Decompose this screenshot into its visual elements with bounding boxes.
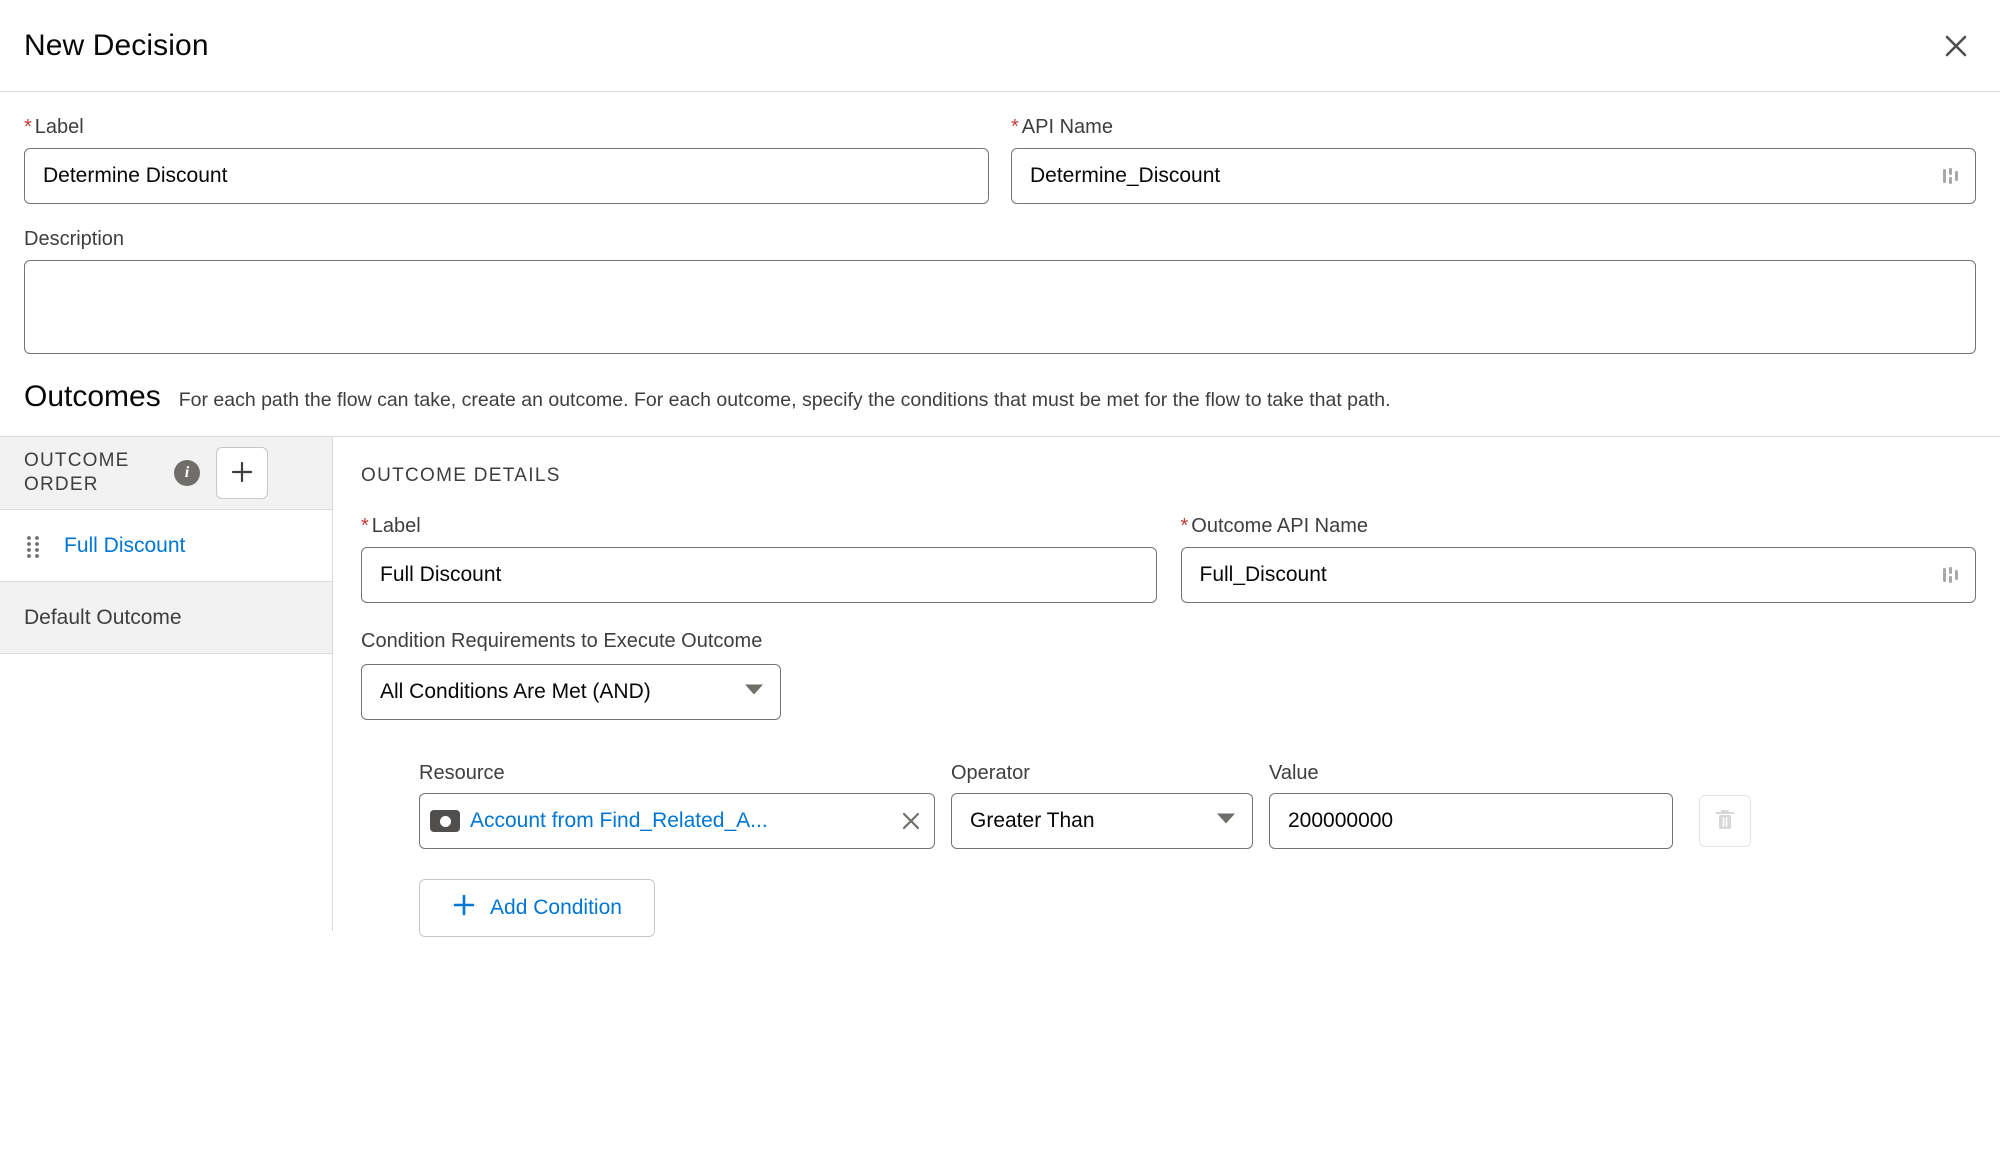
outcome-api-name-input[interactable]: [1180, 547, 1976, 603]
delete-condition-button[interactable]: [1699, 795, 1751, 847]
condition-requirements-label: Condition Requirements to Execute Outcom…: [361, 630, 763, 652]
condition-operator-group: Operator Greater Than: [951, 762, 1253, 849]
add-condition-label: Add Condition: [490, 896, 622, 919]
plus-icon: [452, 893, 476, 923]
add-outcome-button[interactable]: [216, 447, 268, 499]
outcome-label-field-group: * Label: [361, 513, 1157, 603]
plus-icon: [229, 459, 255, 488]
condition-resource-label: Resource: [419, 762, 505, 784]
api-name-field-group: * API Name: [1011, 114, 1976, 204]
required-marker: *: [1011, 116, 1019, 138]
label-field-group: * Label: [24, 114, 989, 204]
condition-value-input[interactable]: [1269, 793, 1673, 849]
sidebar-item-label: Full Discount: [64, 533, 186, 557]
remove-resource-icon[interactable]: [898, 808, 924, 834]
api-name-input[interactable]: [1011, 148, 1976, 204]
outcomes-heading: Outcomes For each path the flow can take…: [0, 380, 2000, 414]
outcome-order-sidebar: OUTCOME ORDER i Full Discount Default Ou…: [0, 437, 333, 931]
outcome-order-title: OUTCOME ORDER: [24, 450, 130, 495]
outcome-order-header: OUTCOME ORDER i: [0, 437, 332, 510]
name-fields-row: *Label *API Name: [24, 114, 1976, 204]
condition-row: Resource Account from Find_Related_A...: [419, 762, 1976, 849]
outcomes-split-view: OUTCOME ORDER i Full Discount Default Ou…: [0, 436, 2000, 937]
description-textarea[interactable]: [24, 260, 1976, 354]
drag-handle-icon[interactable]: [22, 533, 44, 559]
sidebar-item-full-discount[interactable]: Full Discount: [0, 510, 332, 582]
page-title: New Decision: [24, 28, 209, 62]
condition-requirements-select-wrap: All Conditions Are Met (AND): [361, 664, 781, 720]
decision-form: *Label *API Name Description: [0, 92, 2000, 354]
condition-operator-label: Operator: [951, 762, 1030, 784]
sidebar-item-default-outcome[interactable]: Default Outcome: [0, 582, 332, 654]
required-marker: *: [361, 515, 369, 537]
condition-operator-value: Greater Than: [970, 809, 1095, 832]
condition-value-label: Value: [1269, 762, 1319, 784]
condition-operator-select[interactable]: Greater Than: [951, 793, 1253, 849]
outcome-label-input[interactable]: [361, 547, 1157, 603]
label-field-label: * Label: [24, 116, 84, 138]
outcome-label-field-label: * Label: [361, 515, 421, 537]
outcome-details-title: OUTCOME DETAILS: [361, 465, 561, 486]
required-marker: *: [24, 116, 32, 138]
resource-pill-label: Account from Find_Related_A...: [470, 809, 768, 832]
description-field-group: Description: [24, 226, 1976, 354]
sidebar-item-label: Default Outcome: [24, 605, 182, 629]
condition-requirements-selected-value: All Conditions Are Met (AND): [380, 680, 651, 703]
modal-header: New Decision: [0, 0, 2000, 92]
outcome-details-panel: OUTCOME DETAILS *Label *Outcome API Name: [333, 437, 2000, 937]
outcome-api-name-field-group: * Outcome API Name: [1180, 513, 1976, 603]
condition-requirements-select[interactable]: All Conditions Are Met (AND): [361, 664, 781, 720]
condition-resource-combobox[interactable]: Account from Find_Related_A...: [419, 793, 935, 849]
api-name-field-label: * API Name: [1011, 116, 1113, 138]
outcomes-help-text: For each path the flow can take, create …: [178, 389, 1391, 411]
outcome-name-fields-row: *Label *Outcome API Name: [361, 513, 1976, 603]
close-icon: [1943, 33, 1969, 59]
label-input[interactable]: [24, 148, 989, 204]
add-condition-button[interactable]: Add Condition: [419, 879, 655, 937]
outcome-api-name-field-label: * Outcome API Name: [1180, 515, 1369, 537]
condition-requirements-group: Condition Requirements to Execute Outcom…: [361, 627, 1976, 720]
trash-icon: [1713, 807, 1737, 836]
condition-value-group: Value: [1269, 762, 1673, 849]
close-button[interactable]: [1934, 24, 1978, 68]
resource-pill: Account from Find_Related_A...: [430, 809, 894, 833]
description-field-label: Description: [24, 228, 125, 250]
condition-resource-group: Resource Account from Find_Related_A...: [419, 762, 935, 849]
info-icon[interactable]: i: [174, 460, 200, 486]
condition-operator-select-wrap: Greater Than: [951, 793, 1253, 849]
required-marker: *: [1180, 515, 1189, 537]
outcomes-title: Outcomes: [24, 380, 161, 413]
record-icon: [430, 810, 460, 832]
conditions-area: Resource Account from Find_Related_A...: [361, 762, 1976, 937]
